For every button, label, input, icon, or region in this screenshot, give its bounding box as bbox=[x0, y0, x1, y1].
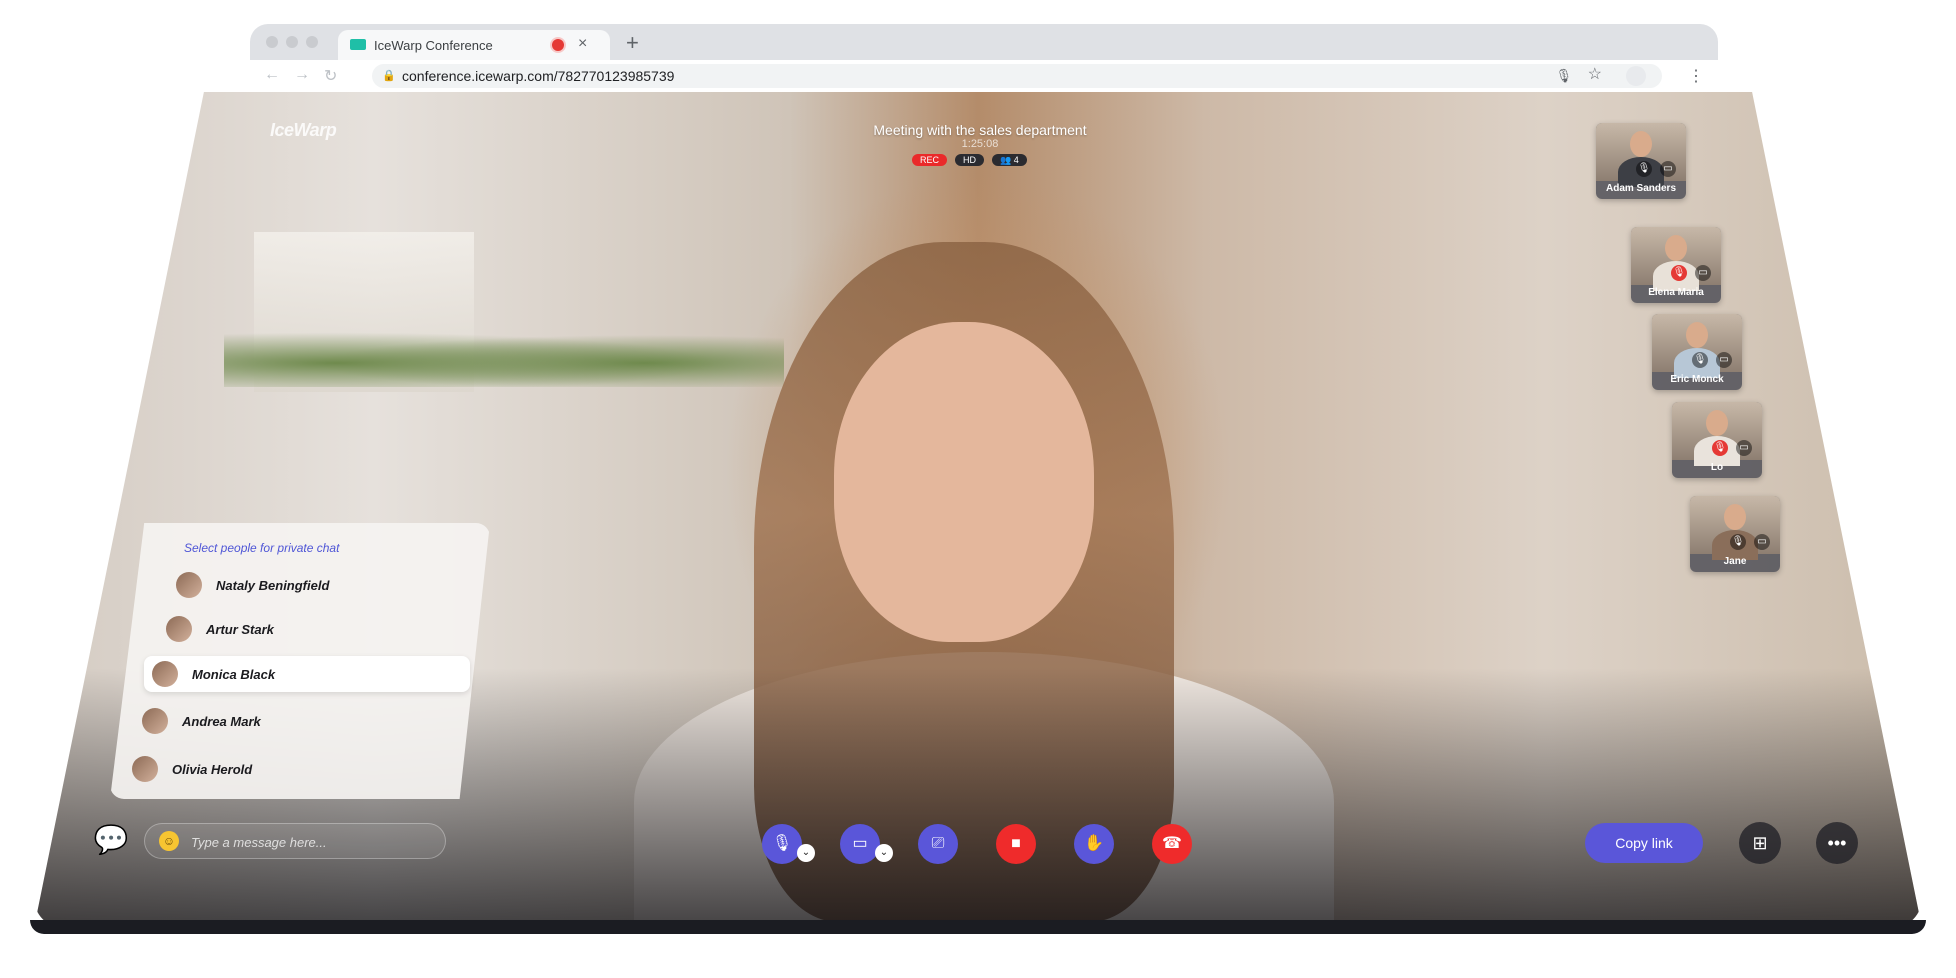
address-bar-row: ← → ↻ 🔒 conference.icewarp.com/782770123… bbox=[250, 60, 1718, 92]
background-plants bbox=[224, 327, 784, 387]
camera-icon[interactable]: ▭ bbox=[1695, 265, 1711, 281]
reload-icon[interactable]: ↻ bbox=[324, 66, 337, 86]
chat-person-item[interactable]: Olivia Herold bbox=[132, 751, 252, 787]
participant-count-badge: 👥 4 bbox=[992, 154, 1027, 166]
person-name: Artur Stark bbox=[206, 621, 274, 637]
avatar bbox=[166, 616, 192, 642]
lock-icon: 🔒 bbox=[382, 70, 396, 82]
tab-title: IceWarp Conference bbox=[374, 38, 493, 53]
avatar bbox=[132, 756, 158, 782]
rec-badge: REC bbox=[912, 154, 948, 166]
browser-window-chrome: IceWarp Conference × + ← → ↻ 🔒 conferenc… bbox=[250, 24, 1718, 92]
camera-icon[interactable]: ▭ bbox=[1736, 440, 1752, 456]
raise-hand-button[interactable]: ✋ bbox=[1074, 824, 1114, 864]
participant-name: Eric Monck bbox=[1670, 374, 1724, 385]
participant-count: 4 bbox=[1013, 155, 1019, 165]
camera-options-caret-icon[interactable]: ⌄ bbox=[875, 844, 893, 862]
person-name: Monica Black bbox=[192, 666, 276, 682]
microphone-icon[interactable]: 🎙 bbox=[1730, 534, 1746, 550]
avatar bbox=[152, 661, 178, 687]
back-icon[interactable]: ← bbox=[264, 66, 280, 84]
person-name: Olivia Herold bbox=[172, 761, 253, 777]
microphone-options-caret-icon[interactable]: ⌄ bbox=[797, 844, 815, 862]
chat-person-item[interactable]: Nataly Beningfield bbox=[176, 567, 329, 603]
person-name: Nataly Beningfield bbox=[216, 577, 330, 593]
microphone-muted-icon[interactable]: 🎙 bbox=[1671, 265, 1687, 281]
message-input[interactable] bbox=[189, 830, 433, 854]
microphone-icon[interactable]: 🎙 bbox=[1636, 161, 1652, 177]
new-tab-button[interactable]: + bbox=[626, 30, 639, 56]
participant-tile[interactable]: 🎙 ▭ Elena Maria bbox=[1631, 227, 1721, 303]
chat-person-item-selected[interactable]: Monica Black bbox=[144, 656, 470, 692]
participant-tile[interactable]: 🎙 ▭ Lo bbox=[1672, 402, 1762, 478]
more-options-icon[interactable]: ••• bbox=[1816, 822, 1858, 864]
profile-avatar[interactable] bbox=[1626, 66, 1646, 86]
meeting-title: Meeting with the sales department bbox=[873, 122, 1087, 138]
icewarp-logo: IceWarp bbox=[270, 120, 337, 140]
camera-icon[interactable]: ▭ bbox=[1716, 352, 1732, 368]
person-name: Andrea Mark bbox=[182, 713, 261, 729]
avatar bbox=[142, 708, 168, 734]
emoji-icon[interactable]: ☺ bbox=[159, 831, 179, 851]
forward-icon[interactable]: → bbox=[294, 66, 310, 84]
maximize-window-dot[interactable] bbox=[306, 36, 318, 48]
minimize-window-dot[interactable] bbox=[286, 36, 298, 48]
participant-name: Lo bbox=[1710, 462, 1724, 473]
chat-person-item[interactable]: Andrea Mark bbox=[142, 703, 261, 739]
end-call-button[interactable]: ☎ bbox=[1152, 824, 1192, 864]
chat-bubble-icon[interactable]: 💬 bbox=[92, 822, 130, 858]
copy-link-button[interactable]: Copy link bbox=[1585, 823, 1703, 863]
screen-share-button[interactable]: ⎚ bbox=[918, 824, 958, 864]
close-window-dot[interactable] bbox=[266, 36, 278, 48]
message-input-wrapper: ☺ bbox=[144, 823, 446, 859]
close-tab-icon[interactable]: × bbox=[578, 35, 587, 53]
mute-microphone-button[interactable]: 🎙 bbox=[762, 824, 802, 864]
private-chat-header: Select people for private chat bbox=[184, 541, 340, 555]
participant-name: Elena Maria bbox=[1648, 287, 1704, 298]
browser-menu-icon[interactable]: ⋮ bbox=[1688, 66, 1704, 86]
participant-name: Jane bbox=[1723, 556, 1747, 567]
participant-name: Adam Sanders bbox=[1605, 183, 1677, 194]
grid-view-icon[interactable]: ⊞ bbox=[1739, 822, 1781, 864]
participant-tile[interactable]: 🎙 ▭ Eric Monck bbox=[1652, 314, 1742, 390]
participant-tile[interactable]: 🎙 ▭ Jane bbox=[1690, 496, 1780, 572]
camera-favicon-icon bbox=[350, 39, 366, 50]
chat-person-item[interactable]: Artur Stark bbox=[166, 611, 274, 647]
url-field[interactable]: 🔒 conference.icewarp.com/782770123985739… bbox=[372, 64, 1662, 88]
bookmark-star-icon[interactable]: ☆ bbox=[1588, 63, 1602, 87]
main-video bbox=[34, 92, 1922, 928]
device-base bbox=[30, 920, 1926, 934]
participant-tile[interactable]: 🎙 ▭ Adam Sanders bbox=[1596, 123, 1686, 199]
microphone-icon[interactable]: 🎙 bbox=[1555, 64, 1572, 88]
speaker-face bbox=[834, 322, 1094, 642]
camera-icon[interactable]: ▭ bbox=[1754, 534, 1770, 550]
microphone-muted-icon[interactable]: 🎙 bbox=[1712, 440, 1728, 456]
camera-button[interactable]: ▭ bbox=[840, 824, 880, 864]
microphone-icon[interactable]: 🎙 bbox=[1692, 352, 1708, 368]
browser-tab[interactable]: IceWarp Conference × bbox=[338, 30, 610, 60]
speaker-shirt bbox=[634, 652, 1334, 928]
meeting-badges: REC HD 👥 4 bbox=[912, 154, 1027, 166]
window-controls bbox=[266, 36, 318, 48]
camera-icon[interactable]: ▭ bbox=[1660, 161, 1676, 177]
recording-indicator-icon bbox=[552, 39, 564, 51]
avatar bbox=[176, 572, 202, 598]
url-text: conference.icewarp.com/782770123985739 bbox=[402, 68, 675, 84]
stop-recording-button[interactable]: ■ bbox=[996, 824, 1036, 864]
hd-badge: HD bbox=[955, 154, 985, 166]
meeting-timer: 1:25:08 bbox=[961, 138, 999, 150]
